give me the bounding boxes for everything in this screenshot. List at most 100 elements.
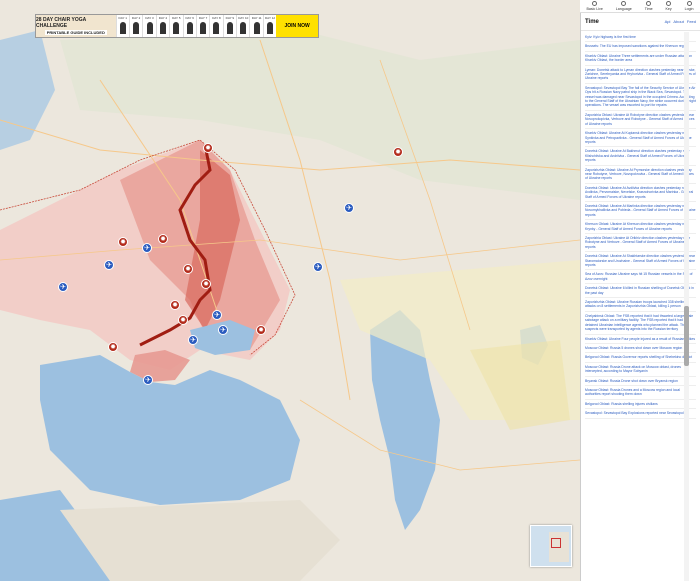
feed-entry[interactable]: Lyman: Donetsk attack to Lyman direction… [585, 66, 696, 84]
feed-entry[interactable]: Moscow Oblast: Russia 5 drones shot down… [585, 344, 696, 354]
ad-day-label: DAY 8 [212, 16, 221, 20]
feed-entry[interactable]: Bryansk Oblast: Russia Drone shot down o… [585, 377, 696, 386]
aircraft-marker[interactable]: ✈ [218, 325, 228, 335]
feed-entry[interactable]: Donetsk Oblast: Ukraine 6 killed in Russ… [585, 284, 696, 299]
top-nav: Basic Live Language Time Key Login [580, 0, 700, 13]
feed-entry[interactable]: Zaporizhia Oblast: Ukraine At Orikhiv di… [585, 234, 696, 253]
event-feed: Kyiv: Kyiv highway is the first time Brus… [581, 31, 700, 419]
yoga-figure-icon [146, 22, 153, 34]
feed-entry[interactable]: Sevastopol: Sevastopol Bay The fall of t… [585, 84, 696, 111]
ad-subtitle: PRINTABLE GUIDE INCLUDED [44, 30, 107, 35]
feed-entry[interactable]: Donetsk Oblast: Ukraine At Shakhtarske d… [585, 252, 696, 271]
ad-day-label: DAY 2 [131, 16, 141, 20]
map-view[interactable]: ✹ ✹ ✹ ✹ ✹ ✹ ✹ ✹ ✹ ✈ ✈ ✈ ✈ ✈ ✈ ✈ ✈ ✈ ✹ [0, 0, 580, 581]
aircraft-marker[interactable]: ✈ [104, 260, 114, 270]
feed-entry[interactable]: Donetsk Oblast: Ukraine At Bakhmut direc… [585, 147, 696, 166]
aircraft-marker[interactable]: ✈ [143, 375, 153, 385]
feed-entry[interactable]: Chelyabinsk Oblast: The FSB reported tha… [585, 312, 696, 335]
explosion-marker[interactable]: ✹ [118, 237, 128, 247]
ad-day: DAY 5 [169, 15, 182, 37]
explosion-marker[interactable]: ✹ [256, 325, 266, 335]
home-icon [592, 1, 598, 6]
ad-day: DAY 11 [249, 15, 262, 37]
feed-entry[interactable]: Kharkiv Oblast: Ukraine Four people inju… [585, 335, 696, 344]
join-now-button[interactable]: JOIN NOW [276, 15, 318, 37]
yoga-figure-icon [119, 22, 126, 34]
nav-item-label: Key [665, 7, 672, 11]
explosion-marker[interactable]: ✹ [393, 147, 403, 157]
yoga-figure-icon [186, 22, 193, 34]
feed-entry[interactable]: Kharkiv Oblast: Ukraine At Kupiansk dire… [585, 129, 696, 148]
yoga-figure-icon [267, 22, 274, 34]
ad-day: DAY 10 [236, 15, 249, 37]
feed-entry[interactable]: Kyiv: Kyiv highway is the first time [585, 33, 696, 43]
feed-entry[interactable]: Moscow Oblast: Russia Drone attack on Mo… [585, 363, 696, 377]
feed-entry[interactable]: Kharkiv Oblast: Ukraine Three settlement… [585, 52, 696, 66]
app-window: ✹ ✹ ✹ ✹ ✹ ✹ ✹ ✹ ✹ ✈ ✈ ✈ ✈ ✈ ✈ ✈ ✈ ✈ ✹ 28… [0, 0, 700, 581]
yoga-figure-icon [159, 22, 166, 34]
user-icon [686, 1, 692, 6]
nav-item-time[interactable]: Time [645, 1, 653, 11]
aircraft-marker[interactable]: ✈ [188, 335, 198, 345]
feed-entry[interactable]: Brussels: The EU has imposed sanctions a… [585, 42, 696, 52]
key-icon [666, 1, 672, 6]
ad-day-label: DAY 3 [145, 16, 154, 20]
feed-entry[interactable]: Belgorod Oblast: Russia shelling injures… [585, 400, 696, 410]
nav-item-basic-live[interactable]: Basic Live [586, 1, 603, 11]
ad-day: DAY 4 [155, 15, 169, 37]
explosion-marker[interactable]: ✹ [178, 315, 188, 325]
panel-title: Time [585, 18, 599, 25]
aircraft-marker[interactable]: ✈ [58, 282, 68, 292]
ad-day: DAY 1 [115, 15, 129, 37]
explosion-marker[interactable]: ✹ [203, 143, 213, 153]
feed-entry[interactable]: Zaporizhia Oblast: Ukraine At Robotyne d… [585, 111, 696, 130]
about-link[interactable]: About [673, 19, 683, 24]
ad-days: DAY 1 DAY 2 DAY 3 DAY 4 DAY 5 DAY 6 DAY 7 DAY 8… [115, 15, 277, 37]
feed-entry[interactable]: Sevastopol: Sevastopol Bay Explosions re… [585, 409, 696, 419]
aircraft-marker[interactable]: ✈ [313, 262, 323, 272]
feed-entry[interactable]: Donetsk Oblast: Ukraine At Mariinka dire… [585, 202, 696, 221]
ad-day: DAY 12 [262, 15, 276, 37]
feed-entry[interactable]: Kherson Oblast: Ukraine At Kherson direc… [585, 220, 696, 234]
explosion-marker[interactable]: ✹ [183, 264, 193, 274]
feed-entry[interactable]: Zaporizhzhia Oblast: Ukraine At Prymorsk… [585, 166, 696, 184]
feed-link[interactable]: Feed [687, 19, 696, 24]
ad-title: 28 DAY CHAIR YOGA CHALLENGE [36, 17, 87, 29]
feed-scrollbar-thumb[interactable] [684, 306, 689, 366]
ad-day-label: DAY 12 [265, 16, 276, 20]
minimap-viewport[interactable] [551, 538, 561, 548]
nav-item-login[interactable]: Login [685, 1, 693, 11]
globe-icon [621, 1, 627, 6]
feed-entry[interactable]: Zaporizhzhia Oblast: Ukraine Russian tro… [585, 298, 696, 312]
api-link[interactable]: Api [665, 19, 671, 24]
aircraft-marker[interactable]: ✈ [344, 203, 354, 213]
yoga-figure-icon [133, 22, 140, 34]
explosion-marker[interactable]: ✹ [201, 279, 211, 289]
ad-day-label: DAY 6 [185, 16, 194, 20]
ad-day: DAY 7 [195, 15, 209, 37]
ad-day-label: DAY 7 [198, 16, 208, 20]
ad-day-label: DAY 4 [158, 16, 168, 20]
feed-entry[interactable]: Moscow Oblast: Russia Drones and a Mosco… [585, 386, 696, 400]
feed-entry[interactable]: Belgorod Oblast: Russia Governor reports… [585, 353, 696, 363]
aircraft-marker[interactable]: ✈ [142, 243, 152, 253]
explosion-marker[interactable]: ✹ [158, 234, 168, 244]
explosion-marker[interactable]: ✹ [170, 300, 180, 310]
nav-item-key[interactable]: Key [666, 1, 672, 11]
ad-day: DAY 8 [209, 15, 222, 37]
minimap[interactable] [530, 525, 572, 567]
ad-day: DAY 6 [182, 15, 196, 37]
yoga-figure-icon [213, 22, 220, 34]
ad-banner[interactable]: 28 DAY CHAIR YOGA CHALLENGE PRINTABLE GU… [35, 14, 319, 38]
map-canvas[interactable] [0, 0, 580, 581]
aircraft-marker[interactable]: ✈ [212, 310, 222, 320]
ad-day: DAY 9 [222, 15, 236, 37]
nav-item-language[interactable]: Language [616, 1, 632, 11]
feed-entry[interactable]: Sea of Azov: Russian Ukraine says hit 15… [585, 270, 696, 285]
yoga-figure-icon [253, 22, 260, 34]
yoga-figure-icon [240, 22, 247, 34]
explosion-marker[interactable]: ✹ [108, 342, 118, 352]
nav-item-label: Basic Live [586, 7, 603, 11]
nav-item-label: Time [644, 7, 653, 11]
feed-entry[interactable]: Donetsk Oblast: Ukraine At Avdiivka dire… [585, 184, 696, 202]
